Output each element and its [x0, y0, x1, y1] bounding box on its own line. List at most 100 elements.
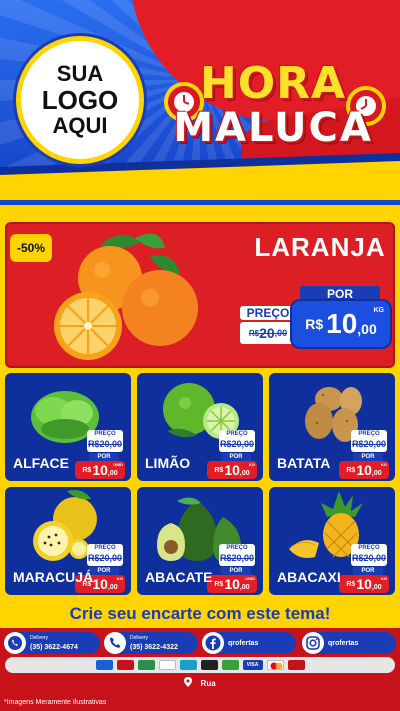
- new-price-currency: R$: [214, 580, 224, 588]
- contact-value: qrofertas: [228, 639, 259, 647]
- contact-value: qrofertas: [328, 639, 359, 647]
- contact-whatsapp[interactable]: Delivery (35) 3622-4674: [4, 632, 100, 654]
- new-price: R$ 10,00 KG: [339, 461, 389, 479]
- new-price-amount: 10: [224, 462, 240, 478]
- new-price-label: POR: [353, 567, 383, 575]
- old-price-value: R$20,00: [351, 439, 387, 449]
- location-pin-icon: [184, 677, 193, 687]
- new-price-cents: ,00: [239, 470, 250, 477]
- visa-icon: VISA: [242, 660, 263, 670]
- old-price-cents: ,00: [274, 328, 288, 338]
- contact-value: (35) 3622-4322: [130, 644, 178, 651]
- old-price-currency: R$: [248, 328, 260, 338]
- mastercard-icon: [266, 660, 284, 670]
- old-price: PREÇO R$20,00: [351, 544, 387, 566]
- contact-label: Delivery: [130, 635, 149, 641]
- old-price-value: R$20,00: [351, 553, 387, 563]
- product-card: PREÇO R$20,00 POR R$ 10,00 KG BATATA: [269, 373, 395, 481]
- disclaimer: *Imagens Meramente Ilustrativas: [4, 699, 107, 706]
- card-icon: [158, 660, 176, 670]
- logo-placeholder: SUA LOGO AQUI: [16, 36, 144, 164]
- title-line-1: HORA: [199, 58, 347, 109]
- old-price: PREÇO R$20,00: [87, 544, 123, 566]
- new-price-unit: KG: [381, 576, 387, 581]
- old-price-label: PREÇO: [240, 306, 296, 320]
- contact-instagram[interactable]: qrofertas: [302, 632, 396, 654]
- new-price: R$ 10,00 UNID: [75, 461, 125, 479]
- old-price-label: PREÇO: [226, 431, 248, 437]
- card-icon: [116, 660, 134, 670]
- new-price-currency: R$: [346, 466, 356, 474]
- old-price-value: R$20,00: [87, 439, 123, 449]
- product-card: PREÇO R$20,00 POR R$ 10,00 UNID ALFACE: [5, 373, 131, 481]
- product-card: PREÇO R$20,00 POR R$ 10,00 KG ABACAXI: [269, 487, 395, 595]
- new-price-amount: 10: [92, 462, 108, 478]
- old-price: PREÇO R$20,00: [87, 430, 123, 452]
- logo-line-2: LOGO: [41, 85, 119, 115]
- new-price-unit: UNID: [245, 576, 255, 581]
- old-price: PREÇO R$20,00: [219, 430, 255, 452]
- new-price-currency: R$: [305, 316, 324, 332]
- old-price-label: PREÇO: [226, 545, 248, 551]
- new-price-amount: 10: [356, 576, 372, 592]
- new-price-amount: 10: [326, 308, 358, 339]
- card-icon: [95, 660, 113, 670]
- new-price: R$ 10,00 KG: [207, 461, 257, 479]
- flyer-page: SUA LOGO AQUI HORA MALUCA -50% LARANJA P…: [0, 0, 400, 711]
- product-card: PREÇO R$20,00 POR R$ 10,00 KG LIMÃO: [137, 373, 263, 481]
- new-price-cents: ,00: [107, 470, 118, 477]
- product-card: PREÇO R$20,00 POR R$ 10,00 UNID ABACATE: [137, 487, 263, 595]
- new-price-label: POR: [221, 453, 251, 461]
- whatsapp-icon: [4, 632, 26, 654]
- phone-icon: [104, 632, 126, 654]
- new-price-unit: KG: [373, 307, 385, 314]
- title-line-2: MALUCA: [173, 105, 373, 151]
- contact-value: (35) 3622-4674: [30, 644, 78, 651]
- product-name: ABACATE: [145, 569, 213, 585]
- new-price-cents: ,00: [107, 584, 118, 591]
- card-icon: [179, 660, 197, 670]
- new-price: R$ 10,00 KG: [339, 575, 389, 593]
- campaign-title: HORA MALUCA: [158, 58, 388, 151]
- new-price: R$ 10,00 UNID: [207, 575, 257, 593]
- product-name: ABACAXI: [277, 569, 341, 585]
- old-price: PREÇO R$20,00: [219, 544, 255, 566]
- new-price-label: POR: [353, 453, 383, 461]
- new-price-currency: R$: [82, 466, 92, 474]
- logo-line-1: SUA: [56, 61, 104, 86]
- new-price-amount: 10: [356, 462, 372, 478]
- new-price-label: POR: [89, 567, 119, 575]
- cta-text: Crie seu encarte com este tema!: [69, 604, 331, 623]
- new-price-currency: R$: [346, 580, 356, 588]
- orange-image: [54, 233, 198, 360]
- contact-label: Delivery: [30, 635, 49, 641]
- old-price-label: PREÇO: [358, 545, 380, 551]
- card-icon: [200, 660, 218, 670]
- old-price-value: R$20,00: [219, 553, 255, 563]
- new-price-unit: KG: [249, 462, 255, 467]
- contact-phone[interactable]: Delivery (35) 3622-4322: [104, 632, 198, 654]
- product-name: BATATA: [277, 455, 331, 471]
- new-price-cents: ,00: [371, 584, 382, 591]
- product-name: LIMÃO: [145, 455, 191, 471]
- card-icon: [221, 660, 239, 670]
- new-price-amount: 10: [224, 576, 240, 592]
- product-card: PREÇO R$20,00 POR R$ 10,00 KG MARACUJÁ: [5, 487, 131, 595]
- new-price: R$ 10 ,00 KG: [292, 301, 390, 347]
- new-price-unit: KG: [381, 462, 387, 467]
- new-price-amount: 10: [92, 576, 108, 592]
- new-price-label: POR: [89, 453, 119, 461]
- contact-facebook[interactable]: qrofertas: [202, 632, 296, 654]
- new-price-cents: ,00: [371, 470, 382, 477]
- payment-methods: VISA: [5, 657, 395, 673]
- old-price-label: PREÇO: [94, 431, 116, 437]
- address: Rua: [0, 677, 400, 688]
- facebook-icon: [202, 632, 224, 654]
- old-price-value: R$20,00: [219, 439, 255, 449]
- old-price-label: PREÇO: [358, 431, 380, 437]
- old-price: PREÇO R$20,00: [351, 430, 387, 452]
- new-price-label: POR: [221, 567, 251, 575]
- old-price-value: R$20,00: [87, 553, 123, 563]
- address-text: Rua: [200, 679, 216, 688]
- product-name: ALFACE: [13, 455, 69, 471]
